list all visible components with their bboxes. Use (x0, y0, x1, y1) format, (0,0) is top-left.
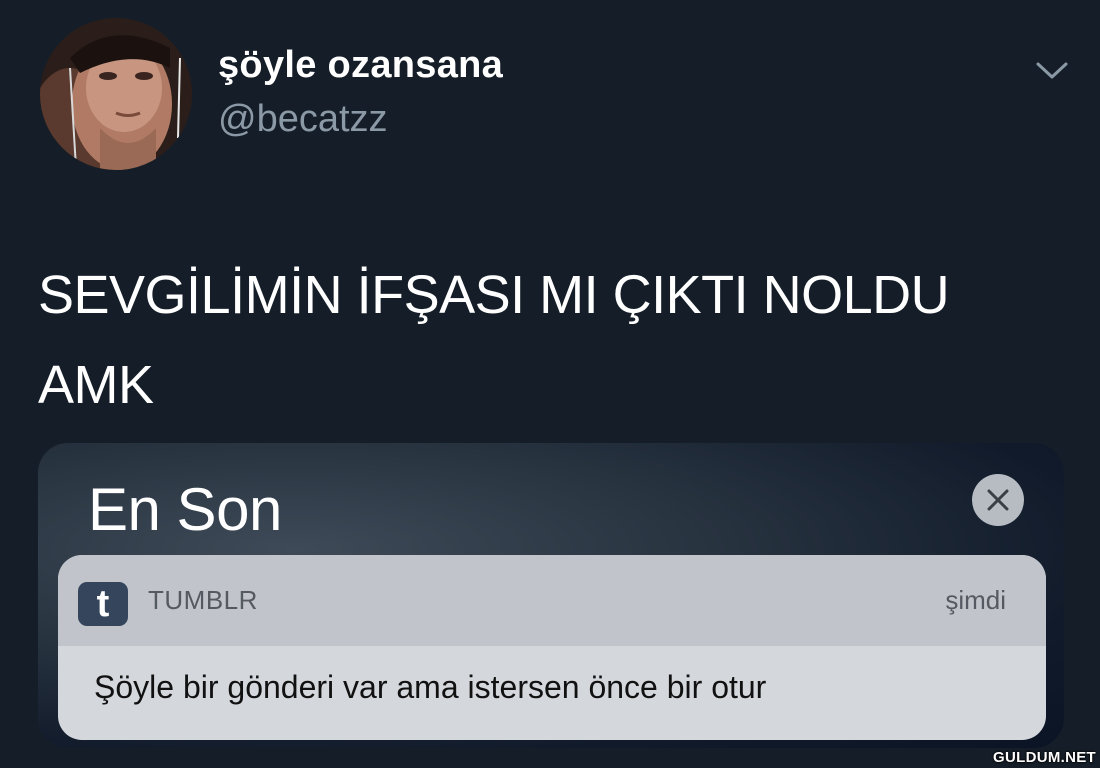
tumblr-icon: t (78, 582, 128, 626)
notification-message: Şöyle bir gönderi var ama istersen önce … (94, 669, 767, 705)
notification-time: şimdi (945, 585, 1006, 615)
user-handle[interactable]: @becatzz (218, 98, 388, 141)
avatar-photo (40, 18, 192, 170)
notification-center-panel: En Son t TUMBLR şimdi Şöyle bir gönderi … (38, 443, 1064, 748)
display-name[interactable]: şöyle ozansana (218, 44, 503, 87)
notification-header: t TUMBLR şimdi (58, 555, 1046, 646)
tweet-text: SEVGİLİMİN İFŞASI MI ÇIKTI NOLDU AMK (38, 265, 950, 415)
watermark: GULDUM.NET (993, 749, 1096, 766)
notification-card[interactable]: t TUMBLR şimdi Şöyle bir gönderi var ama… (58, 555, 1046, 740)
avatar[interactable] (40, 18, 192, 170)
chevron-down-icon[interactable] (1032, 56, 1072, 84)
tweet-screenshot: şöyle ozansana @becatzz SEVGİLİMİN İFŞAS… (0, 0, 1100, 768)
notification-center-title: En Son (88, 476, 282, 543)
close-icon[interactable] (972, 474, 1024, 526)
notification-app-name: TUMBLR (148, 585, 258, 615)
